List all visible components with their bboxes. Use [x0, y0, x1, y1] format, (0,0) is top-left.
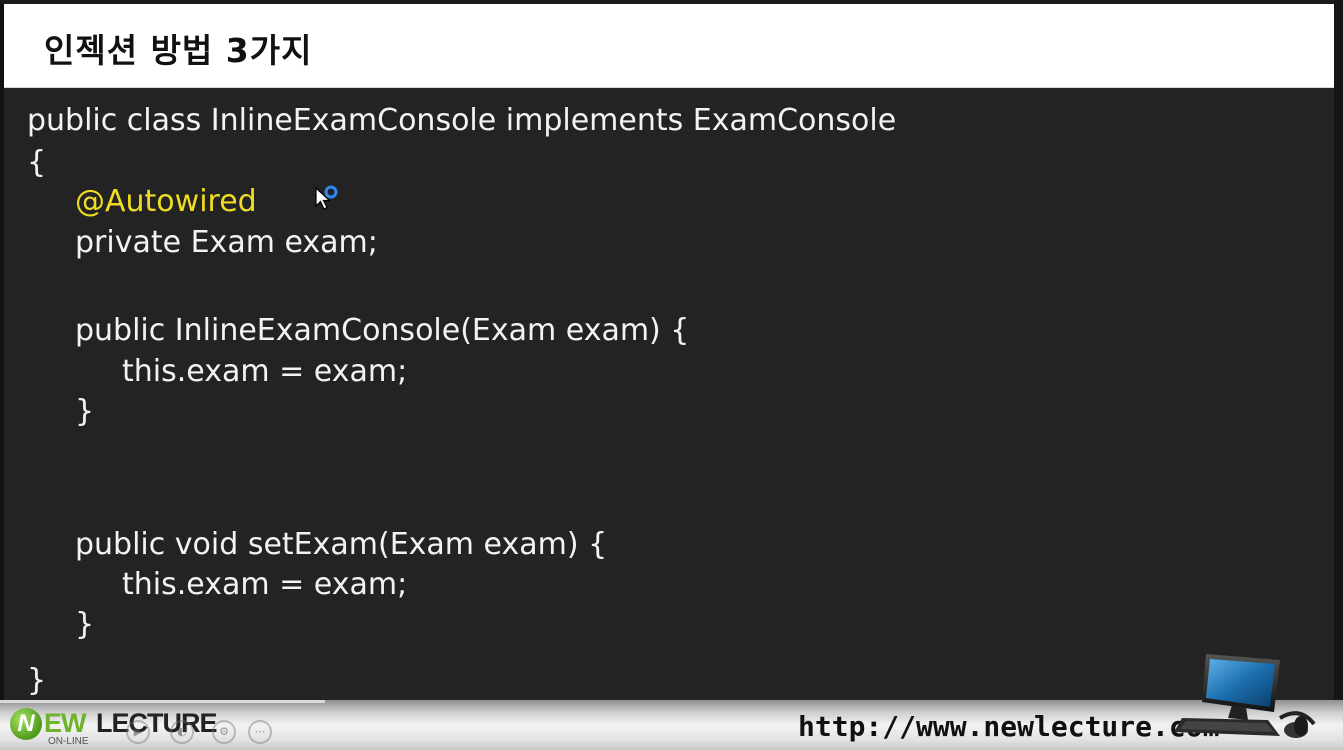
slide-title-bar: 인젝션 방법 3가지 — [4, 4, 1334, 88]
video-footer-bar: N EW LECTURE ON-LINE ▶ ◐ ⚙ ⋯ http://www.… — [0, 700, 1343, 750]
slide-title: 인젝션 방법 3가지 — [44, 31, 313, 70]
more-icon[interactable]: ⋯ — [248, 720, 272, 744]
logo-lecture-text: LECTURE — [96, 708, 217, 738]
code-panel: public class InlineExamConsole implement… — [4, 88, 1334, 700]
settings-icon[interactable]: ⚙ — [212, 720, 236, 744]
volume-icon[interactable]: ◐ — [170, 720, 194, 744]
newlecture-logo-icon: N — [10, 708, 42, 740]
logo-ew-text: EW — [44, 708, 86, 738]
code-line-class-declaration: public class InlineExamConsole implement… — [27, 103, 897, 138]
newlecture-url[interactable]: http://www.newlecture.com — [798, 710, 1219, 743]
code-line-constructor-body: this.exam = exam; — [122, 354, 408, 389]
code-line-setter-body: this.exam = exam; — [122, 567, 408, 602]
code-line-setter: public void setExam(Exam exam) { — [75, 527, 608, 562]
logo-online-text: ON-LINE — [48, 736, 89, 747]
code-line-open-brace: { — [27, 145, 47, 180]
window-right-border — [1335, 0, 1343, 750]
computer-icon — [1174, 654, 1316, 738]
play-icon[interactable]: ▶ — [126, 720, 150, 744]
code-line-class-close: } — [27, 663, 47, 698]
code-line-annotation: @Autowired — [75, 184, 257, 219]
video-progress-bar[interactable] — [0, 700, 325, 703]
mouse-pointer-icon — [315, 185, 338, 210]
code-line-field: private Exam exam; — [75, 225, 378, 260]
code-line-constructor: public InlineExamConsole(Exam exam) { — [75, 313, 690, 348]
code-line-setter-close: } — [75, 607, 95, 642]
code-line-constructor-close: } — [75, 394, 95, 429]
